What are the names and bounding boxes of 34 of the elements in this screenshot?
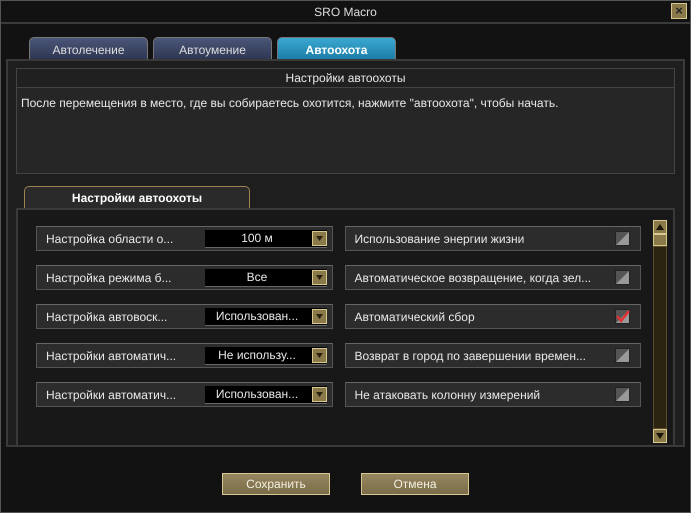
checkbox[interactable] <box>615 309 630 324</box>
info-text: После перемещения в место, где вы собираетесь охотится, нажмите "автоохота", чтобы начать. <box>20 95 560 112</box>
tab[interactable]: Автоохота <box>277 37 396 59</box>
setting-label: Настройка области о... <box>46 232 174 246</box>
info-title: Настройки автоохоты <box>17 69 674 88</box>
dropdown[interactable]: Не использу... <box>204 346 326 364</box>
dropdown[interactable]: Использован... <box>204 386 326 404</box>
dialog-button[interactable]: Сохранить <box>222 473 330 495</box>
checkbox[interactable] <box>615 270 630 285</box>
setting-label: Возврат в город по завершении времен... <box>354 348 587 362</box>
checkbox[interactable] <box>615 231 630 246</box>
dropdown[interactable]: 100 м <box>204 230 326 248</box>
setting-label: Использование энергии жизни <box>354 232 526 246</box>
setting-label: Не атаковать колонну измерений <box>354 388 542 402</box>
setting-label: Настройка режима б... <box>46 270 172 284</box>
checkbox[interactable] <box>615 348 630 363</box>
setting-label: Автоматический сбор <box>354 310 476 324</box>
dropdown[interactable]: Использован... <box>204 308 326 326</box>
scroll-up-icon[interactable] <box>653 220 667 234</box>
scroll-thumb[interactable] <box>653 234 667 246</box>
checkbox[interactable] <box>615 387 630 402</box>
close-button[interactable]: × <box>671 3 687 19</box>
dialog-button[interactable]: Отмена <box>361 473 469 495</box>
setting-label: Настройки автоматич... <box>46 388 178 402</box>
tab[interactable]: Автолечение <box>29 37 148 59</box>
scrollbar[interactable] <box>653 220 667 445</box>
section-tab[interactable]: Настройки автоохоты <box>24 186 250 208</box>
setting-label: Настройки автоматич... <box>46 348 178 362</box>
tab[interactable]: Автоумение <box>153 37 272 59</box>
setting-label: Настройка автовоск... <box>46 310 168 324</box>
setting-label: Автоматическое возвращение, когда зел... <box>354 270 592 284</box>
scroll-down-icon[interactable] <box>653 429 667 443</box>
window-title: SRO Macro <box>314 4 377 18</box>
dropdown[interactable]: Все <box>204 268 326 286</box>
